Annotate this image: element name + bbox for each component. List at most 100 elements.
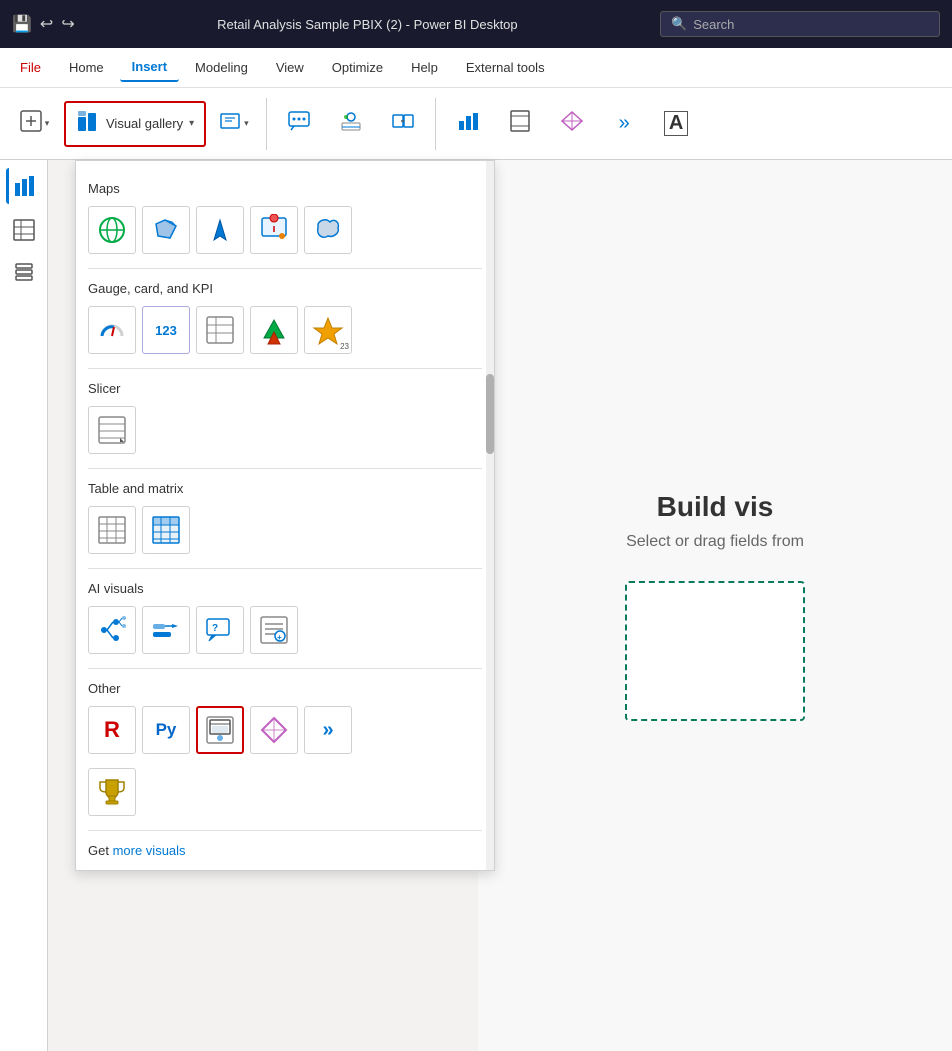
search-box[interactable]: 🔍 Search [660, 11, 940, 37]
chevron-button[interactable]: » [600, 108, 648, 139]
ai-icon-row: ? + [88, 606, 482, 654]
table-visual[interactable] [88, 506, 136, 554]
menu-item-external-tools[interactable]: External tools [454, 54, 557, 81]
qa-visual[interactable]: ? [196, 606, 244, 654]
section-label-table: Table and matrix [88, 481, 482, 496]
section-label-gauge: Gauge, card, and KPI [88, 281, 482, 296]
build-vis-title: Build vis [657, 491, 774, 523]
sidebar-icon-table[interactable] [6, 212, 42, 248]
divider-5 [88, 668, 482, 669]
globe-visual[interactable] [88, 206, 136, 254]
comment-icon [287, 109, 311, 139]
slicer-visual[interactable] [88, 406, 136, 454]
menu-item-optimize[interactable]: Optimize [320, 54, 395, 81]
page-layout-icon [508, 109, 532, 139]
scrollbar-thumb[interactable] [486, 374, 494, 454]
new-visual-button[interactable]: ▾ [8, 105, 60, 143]
other-icon-row-1: R Py [88, 706, 482, 754]
power-automate-visual[interactable] [196, 706, 244, 754]
trophy-visual[interactable] [88, 768, 136, 816]
smart-narrative-visual[interactable]: 23 [304, 306, 352, 354]
content-area: Build vis Select or drag fields from [478, 160, 952, 1051]
card-visual[interactable]: 123 [142, 306, 190, 354]
left-sidebar [0, 160, 48, 1051]
maps-icon-row [88, 206, 482, 254]
navigation-visual[interactable] [196, 206, 244, 254]
button-widget-button[interactable] [327, 105, 375, 143]
bar-chart-button[interactable] [444, 105, 492, 143]
text-format-icon: A [664, 111, 688, 136]
new-visual-icon [19, 109, 43, 139]
divider-6 [88, 830, 482, 831]
get-more-label-link[interactable]: more visuals [113, 843, 186, 858]
python-visual[interactable]: Py [142, 706, 190, 754]
menu-item-insert[interactable]: Insert [120, 53, 179, 82]
section-label-other: Other [88, 681, 482, 696]
svg-text:?: ? [212, 623, 218, 634]
visual-gallery-icon [76, 109, 100, 139]
section-label-maps: Maps [88, 181, 482, 196]
sidebar-icon-layers[interactable] [6, 256, 42, 292]
search-icon: 🔍 [671, 16, 687, 32]
fabric-visual[interactable] [250, 706, 298, 754]
redo-icon[interactable]: ↪ [61, 14, 74, 34]
search-placeholder: Search [693, 17, 734, 32]
decomp-tree-visual[interactable] [88, 606, 136, 654]
menu-item-modeling[interactable]: Modeling [183, 54, 260, 81]
shape-map-visual[interactable] [304, 206, 352, 254]
menu-item-view[interactable]: View [264, 54, 316, 81]
text-chevron: ▾ [244, 118, 249, 129]
matrix-visual[interactable] [142, 506, 190, 554]
divider-4 [88, 568, 482, 569]
menu-item-file[interactable]: File [8, 54, 53, 81]
button-widget-icon [339, 109, 363, 139]
table-icon-row [88, 506, 482, 554]
app-title: Retail Analysis Sample PBIX (2) - Power … [85, 17, 650, 32]
menu-bar: File Home Insert Modeling View Optimize … [0, 48, 952, 88]
main-layout: Maps [0, 160, 952, 1051]
undo-icon[interactable]: ↩ [40, 14, 53, 34]
shapes-button[interactable] [379, 105, 427, 143]
section-label-ai: AI visuals [88, 581, 482, 596]
get-more-visuals[interactable]: Get more visuals [88, 843, 482, 858]
multi-row-visual[interactable] [196, 306, 244, 354]
menu-item-home[interactable]: Home [57, 54, 116, 81]
page-layout-button[interactable] [496, 105, 544, 143]
visual-gallery-chevron: ▾ [189, 118, 194, 129]
menu-item-help[interactable]: Help [399, 54, 450, 81]
scrollbar-track[interactable] [486, 161, 494, 870]
divider-3 [88, 468, 482, 469]
choropleth-visual[interactable] [142, 206, 190, 254]
chevron-icon: » [619, 112, 630, 135]
new-visual-chevron: ▾ [45, 118, 50, 129]
sidebar-icon-bar-chart[interactable] [6, 168, 42, 204]
visualization-placeholder [625, 581, 805, 721]
gauge-visual[interactable] [88, 306, 136, 354]
smart-narrative-visual2[interactable]: + [250, 606, 298, 654]
svg-text:+: + [277, 633, 282, 642]
fabric-button[interactable] [548, 105, 596, 143]
build-vis-subtitle: Select or drag fields from [626, 533, 804, 551]
save-icon[interactable]: 💾 [12, 14, 32, 34]
comment-button[interactable] [275, 105, 323, 143]
kpi-visual[interactable] [250, 306, 298, 354]
ribbon-separator-2 [435, 98, 436, 150]
text-box-icon [218, 109, 242, 139]
visual-gallery-dropdown: Maps [75, 160, 495, 871]
slicer-icon-row [88, 406, 482, 454]
window-controls: 💾 ↩ ↪ [12, 14, 75, 34]
more-visuals-chevron[interactable]: » [304, 706, 352, 754]
pin-map-visual[interactable] [250, 206, 298, 254]
ribbon-separator-1 [266, 98, 267, 150]
fabric-icon [560, 109, 584, 139]
r-visual[interactable]: R [88, 706, 136, 754]
bar-chart-icon [456, 109, 480, 139]
title-bar: 💾 ↩ ↪ Retail Analysis Sample PBIX (2) - … [0, 0, 952, 48]
visual-gallery-button[interactable]: Visual gallery ▾ [64, 101, 206, 147]
other-icon-row-2 [88, 768, 482, 816]
text-format-button[interactable]: A [652, 107, 700, 140]
shapes-icon [391, 109, 415, 139]
visual-gallery-label: Visual gallery [106, 116, 183, 131]
text-box-button[interactable]: ▾ [210, 105, 258, 143]
key-influencers-visual[interactable] [142, 606, 190, 654]
